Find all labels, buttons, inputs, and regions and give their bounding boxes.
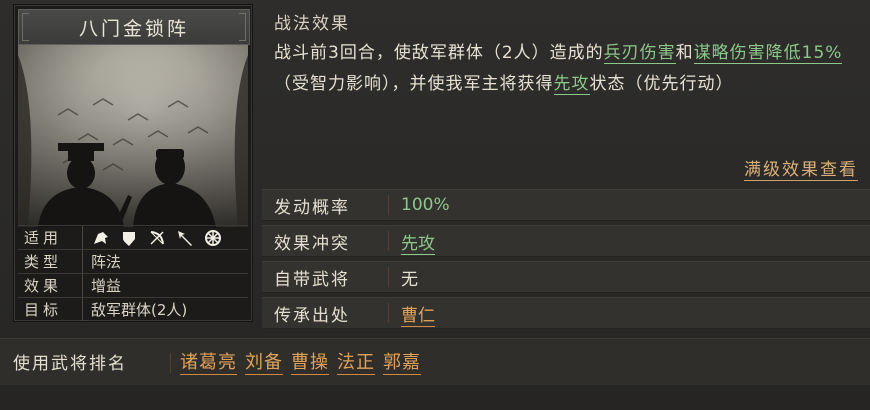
wheel-icon	[203, 228, 223, 248]
attribute-row-trigger-rate: 发动概率 100%	[262, 189, 870, 221]
attribute-value-wrap: 曹仁	[389, 301, 435, 327]
bow-icon	[147, 228, 167, 248]
effect-text-part: 状态（优先行动）	[589, 74, 734, 94]
keyword-link[interactable]: 谋略伤害降低15%	[693, 43, 843, 64]
general-name-link[interactable]: 郭嘉	[383, 348, 421, 375]
keyword-link[interactable]: 兵刃伤害	[603, 43, 676, 64]
info-row-effect: 效果 增益	[18, 273, 248, 297]
attribute-label: 发动概率	[262, 195, 389, 218]
divider	[170, 353, 171, 373]
info-row-applicable: 适用	[18, 225, 248, 249]
info-label: 效果	[18, 274, 83, 297]
general-name-link[interactable]: 曹操	[291, 348, 329, 375]
attribute-label: 效果冲突	[262, 231, 389, 254]
attribute-value: 100%	[401, 195, 450, 215]
info-value: 敌军群体(2人)	[91, 301, 188, 319]
info-label: 类型	[18, 250, 83, 273]
effect-text-part: 战斗前3回合，使敌军群体（2人）造成的	[274, 43, 604, 63]
attribute-value: 无	[401, 269, 418, 290]
tactic-card: 八门金锁阵 适用 类型 阵法 效果 增益 目标 敌军群体(2人)	[13, 4, 253, 322]
attribute-row-inherit-source: 传承出处 曹仁	[262, 297, 870, 329]
general-name-link[interactable]: 诸葛亮	[180, 348, 237, 375]
inherit-general-link[interactable]: 曹仁	[401, 305, 435, 327]
effect-section: 战法效果 战斗前3回合，使敌军群体（2人）造成的兵刃伤害和谋略伤害降低15% （受…	[262, 0, 870, 184]
attribute-label: 传承出处	[262, 303, 389, 326]
keyword-link[interactable]: 先攻	[553, 74, 590, 95]
general-ranking-bar: 使用武将排名 诸葛亮 刘备 曹操 法正 郭嘉	[0, 338, 870, 385]
info-row-target: 目标 敌军群体(2人)	[18, 297, 248, 321]
attribute-row-conflict: 效果冲突 先攻	[262, 225, 870, 257]
cavalry-icon	[91, 228, 111, 248]
tactic-card-title: 八门金锁阵	[18, 9, 250, 45]
effect-text-part: 和	[675, 43, 694, 63]
effect-description: 战斗前3回合，使敌军群体（2人）造成的兵刃伤害和谋略伤害降低15% （受智力影响）…	[274, 38, 864, 100]
info-value: 增益	[91, 277, 122, 295]
tactic-detail-panel: 八门金锁阵 适用 类型 阵法 效果 增益 目标 敌军群体(2人) 战法效果 战斗…	[0, 0, 870, 410]
info-label: 目标	[18, 298, 83, 321]
conflict-keyword-link[interactable]: 先攻	[401, 233, 435, 255]
attribute-value-wrap: 先攻	[389, 229, 435, 255]
info-label: 适用	[18, 226, 83, 249]
troop-type-icons	[83, 228, 223, 248]
effect-title: 战法效果	[274, 14, 350, 34]
tactic-info: 适用 类型 阵法 效果 增益 目标 敌军群体(2人)	[18, 225, 248, 321]
general-name-link[interactable]: 法正	[337, 348, 375, 375]
attribute-list: 发动概率 100% 效果冲突 先攻 自带武将 无 传承出处 曹仁	[262, 189, 870, 333]
effect-text-part: （受智力影响），并使我军主将获得	[274, 74, 554, 94]
full-level-effect-link[interactable]: 满级效果查看	[744, 155, 858, 181]
ranking-names: 诸葛亮 刘备 曹操 法正 郭嘉	[180, 348, 421, 375]
attribute-row-own-general: 自带武将 无	[262, 261, 870, 293]
spear-icon	[175, 228, 195, 248]
attribute-label: 自带武将	[262, 267, 389, 290]
info-value: 阵法	[91, 253, 122, 271]
ranking-label: 使用武将排名	[13, 354, 127, 374]
general-name-link[interactable]: 刘备	[245, 348, 283, 375]
info-row-type: 类型 阵法	[18, 249, 248, 273]
artwork-image	[18, 45, 248, 227]
shield-icon	[119, 228, 139, 248]
tactic-artwork	[18, 45, 248, 227]
